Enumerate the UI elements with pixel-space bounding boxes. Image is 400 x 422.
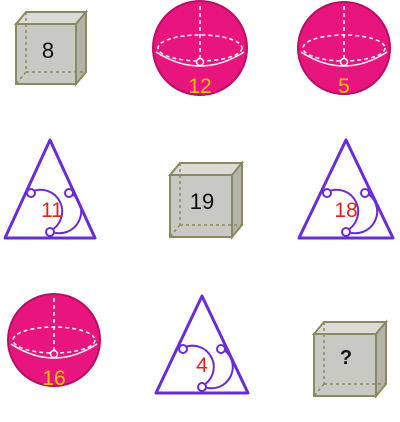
cell-7-number: 16 (42, 367, 66, 390)
cell-1-number: 8 (41, 38, 55, 63)
cell-5-cube: 19 (162, 153, 272, 263)
triangle-icon (297, 138, 395, 240)
cell-3-number: 5 (338, 75, 350, 98)
cell-9-number: ? (339, 347, 353, 369)
cell-9-cube: ? (306, 312, 400, 422)
cell-5-number: 19 (189, 189, 215, 214)
cell-2-number: 12 (188, 75, 212, 98)
cell-2-sphere: 12 (150, 0, 260, 110)
triangle-icon (3, 138, 97, 240)
cell-3-sphere: 5 (296, 0, 400, 110)
triangle-icon (154, 294, 250, 395)
cell-8-number: 4 (196, 354, 208, 377)
cell-1-cube: 8 (8, 4, 118, 114)
cell-4-triangle: 11 (0, 135, 110, 245)
cell-6-triangle: 18 (296, 135, 400, 245)
cell-6-number: 18 (334, 199, 358, 222)
cell-8-triangle: 4 (152, 293, 262, 403)
cell-4-number: 11 (41, 199, 63, 222)
cell-7-sphere: 16 (6, 292, 116, 402)
